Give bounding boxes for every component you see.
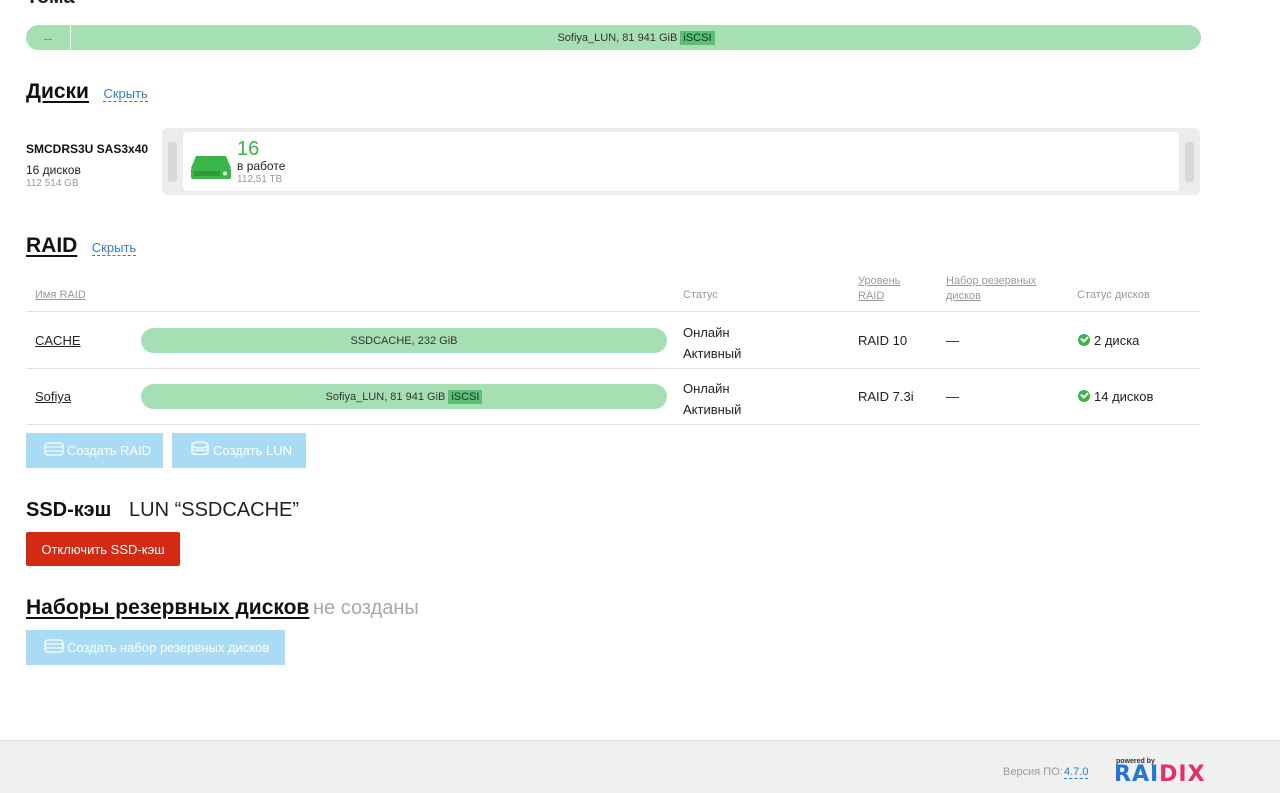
shelf-rail-right: [1185, 142, 1194, 182]
working-label: в работе: [237, 159, 286, 173]
column-header-raid-name[interactable]: Имя RAID: [35, 289, 86, 301]
check-circle-icon: [1078, 334, 1090, 346]
column-header-status: Статус: [683, 289, 718, 301]
table-divider: [26, 311, 1200, 312]
raid-level: RAID 10: [858, 333, 908, 348]
spare-sets-heading: Наборы резервных дисков: [26, 596, 310, 619]
raid-header: RAID Скрыть: [26, 234, 137, 258]
raid-disk-status: 14 дисков: [1078, 389, 1153, 404]
protocol-tag: iSCSI: [448, 389, 483, 404]
logo-part-1: RAI: [1114, 762, 1160, 787]
version-label: Версия ПО:: [1003, 766, 1063, 778]
create-spare-set-label: Создать набор резервных дисков: [67, 640, 270, 655]
raid-lun-label: Sofiya_LUN, 81 941 GiB: [325, 390, 446, 403]
raid-lun-label: SSDCACHE, 232 GiB: [350, 334, 458, 347]
enclosure-shelf: [162, 128, 1200, 195]
database-icon: [44, 638, 64, 657]
raid-heading: RAID: [26, 234, 78, 257]
lun-bar-label: Sofiya_LUN, 81 941 GiB iSCSI: [71, 30, 1201, 45]
shelf-slots: [183, 132, 1179, 191]
logo-part-2: DIX: [1159, 762, 1206, 787]
column-header-level[interactable]: Уровень RAID: [858, 274, 900, 304]
raid-disk-status: 2 диска: [1078, 333, 1139, 348]
raid-disk-count: 14 дисков: [1094, 389, 1154, 404]
raid-name-link[interactable]: CACHE: [35, 333, 81, 348]
disks-hide-link[interactable]: Скрыть: [103, 86, 148, 102]
create-lun-label: Создать LUN: [213, 443, 293, 458]
raid-status-state: Онлайн: [683, 325, 730, 340]
volumes-heading: Тома: [26, 0, 75, 9]
ssd-cache-heading: SSD-кэш: [26, 499, 112, 521]
enclosure-disk-count: 16 дисков: [26, 163, 81, 177]
disks-header: Диски Скрыть: [26, 80, 148, 104]
raid-disk-count: 2 диска: [1094, 333, 1140, 348]
column-header-spare-line2: дисков: [946, 290, 981, 302]
raid-hide-link[interactable]: Скрыть: [91, 240, 137, 256]
raid-status: Онлайн Активный: [683, 378, 741, 420]
disable-ssd-cache-button[interactable]: Отключить SSD-кэш: [26, 532, 180, 566]
table-divider: [26, 424, 1200, 425]
lun-name: Sofiya_LUN, 81 941 GiB: [557, 31, 678, 44]
more-button[interactable]: ...: [26, 25, 71, 50]
disks-heading: Диски: [26, 80, 89, 103]
shelf-rail-left: [168, 142, 177, 182]
create-raid-label: Создать RAID: [67, 443, 152, 458]
spare-sets-status: не созданы: [313, 597, 419, 619]
column-header-level-line2: RAID: [858, 290, 885, 302]
column-header-disk-status: Статус дисков: [1077, 289, 1150, 301]
create-raid-button[interactable]: Создать RAID: [26, 433, 163, 468]
raid-status-state: Онлайн: [683, 381, 730, 396]
working-size: 112,51 TB: [237, 174, 283, 185]
ssd-cache-lun: LUN “SSDCACHE”: [129, 499, 300, 521]
database-icon: [190, 441, 210, 460]
raid-status-activity: Активный: [683, 402, 742, 417]
lun-bar[interactable]: ... Sofiya_LUN, 81 941 GiB iSCSI: [26, 25, 1201, 50]
raid-name-link[interactable]: Sofiya: [35, 389, 71, 404]
raid-status-activity: Активный: [683, 346, 742, 361]
database-icon: [44, 441, 64, 460]
raid-status: Онлайн Активный: [683, 322, 741, 364]
column-header-spare[interactable]: Набор резервных дисков: [946, 274, 1036, 304]
protocol-tag: iSCSI: [680, 30, 715, 45]
column-header-spare-line1: Набор резервных: [946, 275, 1037, 287]
raid-lun-bar[interactable]: SSDCACHE, 232 GiB: [141, 328, 667, 353]
create-lun-button[interactable]: Создать LUN: [172, 433, 306, 468]
working-disk-count: 16: [237, 138, 260, 160]
raid-spare: —: [946, 333, 959, 348]
raid-lun-bar[interactable]: Sofiya_LUN, 81 941 GiB iSCSI: [141, 384, 667, 409]
enclosure-name: SMCDRS3U SAS3x40: [26, 142, 149, 156]
version-link[interactable]: 4.7.0: [1064, 766, 1089, 779]
hard-drive-icon[interactable]: [190, 154, 232, 185]
create-spare-set-button[interactable]: Создать набор резервных дисков: [26, 630, 285, 665]
check-circle-icon: [1078, 390, 1090, 402]
raidix-logo: RAIDIX: [1114, 762, 1206, 787]
enclosure-size: 112 514 GB: [26, 178, 79, 189]
raid-spare: —: [946, 389, 959, 404]
column-header-level-line1: Уровень: [858, 275, 901, 287]
raid-level: RAID 7.3i: [858, 389, 914, 404]
table-divider: [26, 368, 1200, 369]
